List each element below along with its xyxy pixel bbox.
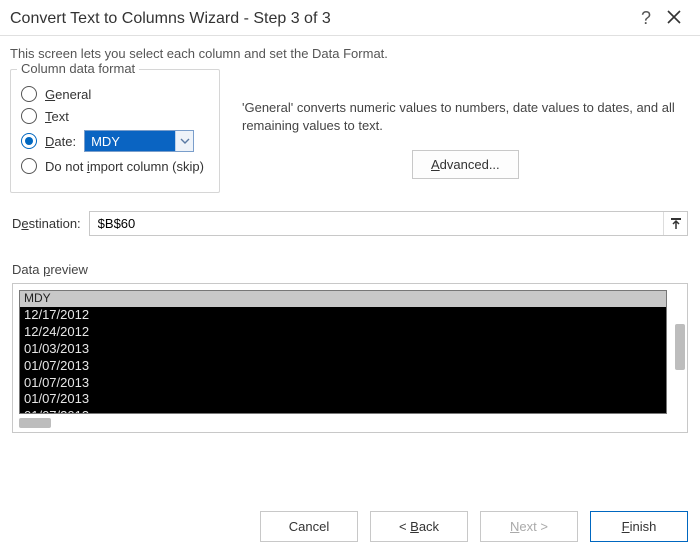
horizontal-scrollbar[interactable] (19, 418, 79, 428)
radio-date[interactable]: Date: MDY (21, 130, 209, 152)
format-description: 'General' converts numeric values to num… (242, 99, 688, 134)
date-format-select[interactable]: MDY (84, 130, 194, 152)
radio-skip[interactable]: Do not import column (skip) (21, 158, 209, 174)
help-icon[interactable]: ? (632, 8, 660, 29)
chevron-down-icon (175, 131, 193, 151)
destination-input[interactable] (90, 212, 663, 235)
radio-date-label: ate: (54, 134, 76, 149)
advanced-button[interactable]: Advanced... (412, 150, 519, 179)
preview-row: 01/07/2013 (24, 375, 662, 392)
preview-rows: 12/17/201212/24/201201/03/201301/07/2013… (20, 307, 666, 414)
preview-column-header: MDY (20, 291, 666, 307)
close-icon[interactable] (660, 10, 688, 27)
dialog-button-row: Cancel < Back Next > Finish (260, 511, 688, 542)
radio-text-label: ext (52, 109, 69, 124)
dialog-title: Convert Text to Columns Wizard - Step 3 … (10, 10, 632, 28)
date-format-value: MDY (85, 134, 175, 149)
data-preview-box: MDY 12/17/201212/24/201201/03/201301/07/… (12, 283, 688, 433)
range-picker-icon[interactable] (663, 212, 687, 235)
preview-row: 12/24/2012 (24, 324, 662, 341)
data-preview-grid[interactable]: MDY 12/17/201212/24/201201/03/201301/07/… (19, 290, 667, 414)
preview-row: 12/17/2012 (24, 307, 662, 324)
format-legend: Column data format (17, 61, 139, 76)
radio-text[interactable]: Text (21, 108, 209, 124)
destination-label: Destination: (12, 216, 81, 231)
vertical-scrollbar[interactable] (675, 324, 685, 370)
radio-icon (21, 108, 37, 124)
preview-row: 01/03/2013 (24, 341, 662, 358)
preview-row: 01/07/2013 (24, 408, 662, 414)
preview-row: 01/07/2013 (24, 391, 662, 408)
back-button[interactable]: < Back (370, 511, 468, 542)
finish-button[interactable]: Finish (590, 511, 688, 542)
destination-input-wrap (89, 211, 688, 236)
preview-row: 01/07/2013 (24, 358, 662, 375)
column-data-format-group: Column data format General Text Date: MD… (10, 69, 220, 193)
radio-general-label: eneral (55, 87, 91, 102)
radio-icon (21, 158, 37, 174)
radio-general[interactable]: General (21, 86, 209, 102)
radio-skip-label: Do not import column (skip) (45, 159, 204, 174)
data-preview-label: Data preview (12, 262, 688, 277)
titlebar: Convert Text to Columns Wizard - Step 3 … (0, 0, 700, 36)
cancel-button[interactable]: Cancel (260, 511, 358, 542)
radio-icon (21, 86, 37, 102)
radio-icon (21, 133, 37, 149)
next-button: Next > (480, 511, 578, 542)
